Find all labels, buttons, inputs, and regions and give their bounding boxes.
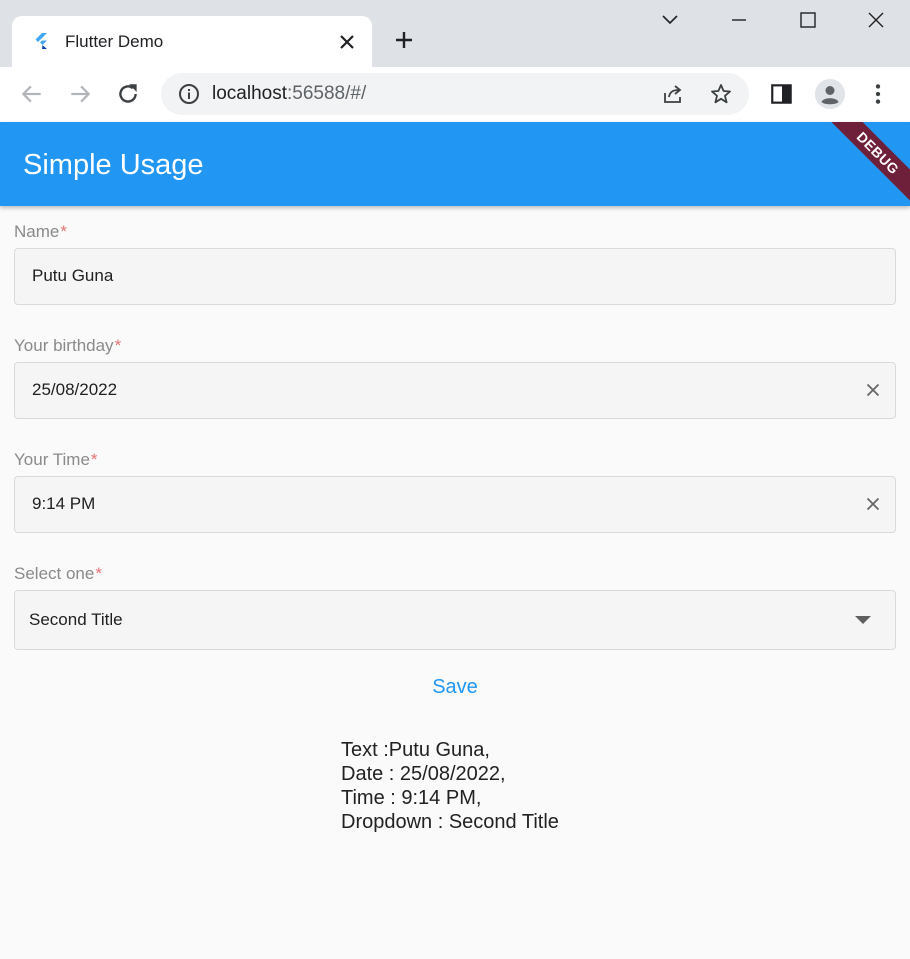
select-dropdown[interactable]: Second Title	[14, 590, 896, 650]
info-icon[interactable]	[177, 82, 201, 106]
dropdown-arrow-icon[interactable]	[855, 616, 871, 624]
birthday-field[interactable]: 25/08/2022	[14, 362, 896, 419]
close-window-icon[interactable]	[864, 8, 888, 32]
browser-tab[interactable]: Flutter Demo	[12, 16, 372, 67]
browser-toolbar: localhost:56588/#/	[0, 67, 910, 122]
clear-icon[interactable]	[863, 494, 883, 514]
required-marker: *	[60, 222, 67, 241]
name-field[interactable]: Putu Guna	[14, 248, 896, 305]
chevron-down-icon[interactable]	[658, 8, 682, 32]
app-bar: Simple Usage DEBUG	[0, 122, 910, 206]
tab-title: Flutter Demo	[65, 32, 164, 51]
clear-icon[interactable]	[863, 380, 883, 400]
required-marker: *	[90, 450, 98, 469]
star-icon[interactable]	[709, 82, 733, 106]
url-text[interactable]: localhost:56588/#/	[212, 83, 366, 105]
select-value: Second Title	[29, 610, 123, 629]
select-label: Select one*	[14, 564, 102, 584]
birthday-label-text: Your birthday	[14, 336, 114, 355]
birthday-value[interactable]: 25/08/2022	[32, 380, 117, 400]
reload-icon[interactable]	[115, 81, 141, 107]
select-label-text: Select one	[14, 564, 95, 583]
flutter-favicon-icon	[35, 33, 47, 49]
time-label: Your Time*	[14, 450, 98, 470]
birthday-label: Your birthday*	[14, 336, 121, 356]
forward-arrow-icon[interactable]	[67, 81, 93, 107]
result-line-date: Date : 25/08/2022,	[341, 763, 506, 785]
time-label-text: Your Time	[14, 450, 90, 469]
time-value[interactable]: 9:14 PM	[32, 494, 95, 514]
browser-tab-strip: Flutter Demo	[0, 0, 910, 67]
close-icon[interactable]	[335, 30, 359, 54]
profile-icon[interactable]	[814, 78, 846, 110]
name-label: Name*	[14, 222, 67, 242]
url-host: localhost	[212, 83, 287, 104]
back-arrow-icon[interactable]	[19, 81, 45, 107]
debug-banner: DEBUG	[820, 122, 910, 206]
result-line-time: Time : 9:14 PM,	[341, 787, 482, 809]
name-value[interactable]: Putu Guna	[32, 266, 113, 286]
result-line-text: Text :Putu Guna,	[341, 739, 490, 761]
time-field[interactable]: 9:14 PM	[14, 476, 896, 533]
result-text: Text :Putu Guna, Date : 25/08/2022, Time…	[341, 738, 559, 834]
required-marker: *	[95, 564, 102, 583]
share-icon[interactable]	[661, 82, 685, 106]
minimize-icon[interactable]	[727, 8, 751, 32]
more-menu-icon[interactable]	[865, 81, 891, 107]
required-marker: *	[114, 336, 122, 355]
result-line-dropdown: Dropdown : Second Title	[341, 811, 559, 833]
url-path: :56588/#/	[287, 83, 367, 104]
address-bar[interactable]: localhost:56588/#/	[161, 73, 749, 115]
maximize-icon[interactable]	[796, 8, 820, 32]
side-panel-icon[interactable]	[769, 81, 795, 107]
app-title: Simple Usage	[23, 149, 204, 181]
save-button[interactable]: Save	[405, 670, 505, 704]
name-label-text: Name	[14, 222, 60, 241]
plus-icon[interactable]	[392, 28, 416, 52]
